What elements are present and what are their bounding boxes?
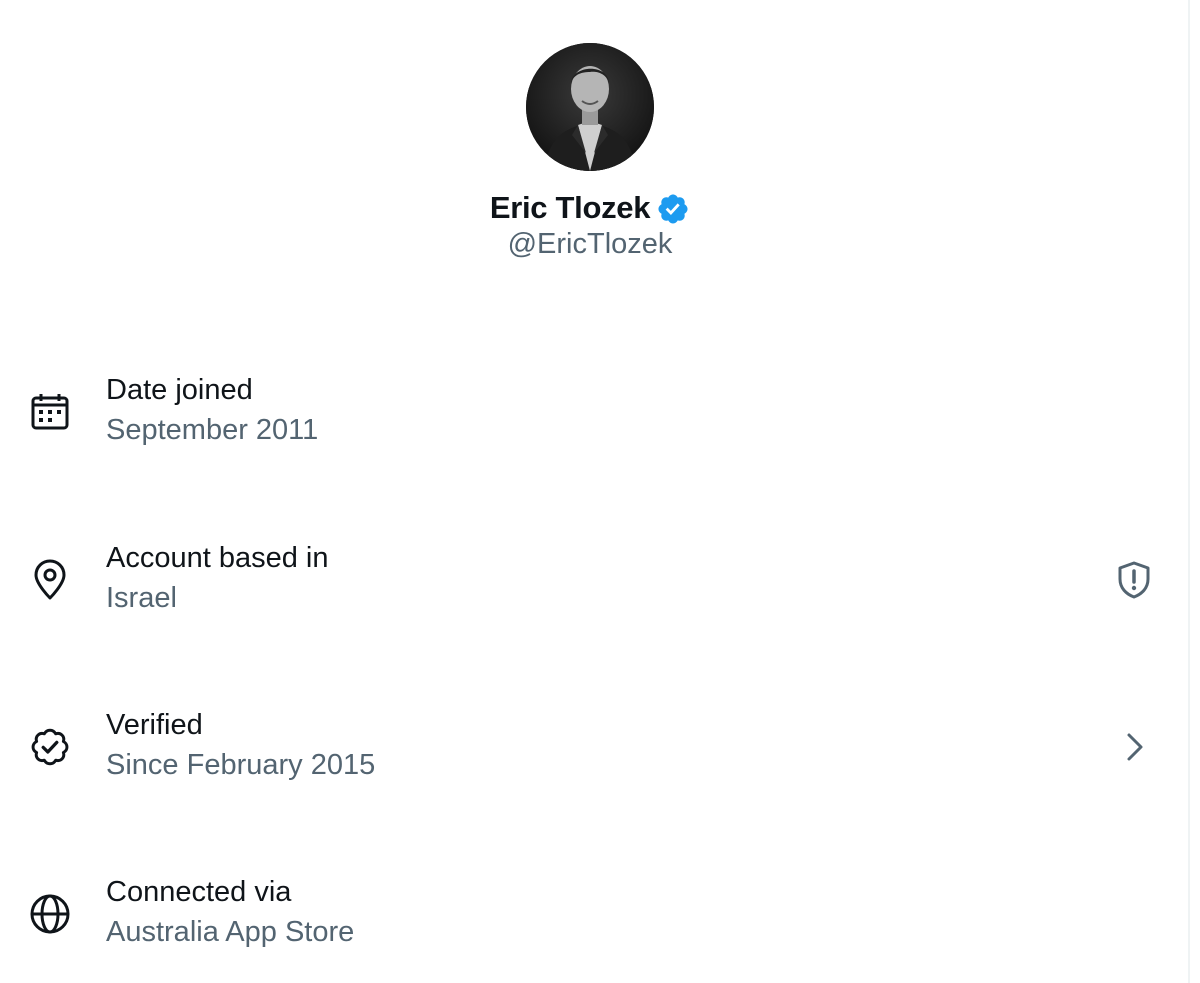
about-row-connected-via: Connected via Australia App Store xyxy=(0,852,1180,972)
calendar-icon xyxy=(28,390,72,434)
row-title: Connected via xyxy=(106,876,292,908)
profile-header: Eric Tlozek @EricTlozek xyxy=(0,0,1180,300)
about-row-verified[interactable]: Verified Since February 2015 xyxy=(0,685,1180,805)
row-title: Verified xyxy=(106,709,203,741)
row-value: Australia App Store xyxy=(106,916,355,948)
row-title: Date joined xyxy=(106,374,253,406)
user-handle: @EricTlozek xyxy=(507,228,673,260)
row-value: Since February 2015 xyxy=(106,749,376,781)
about-row-account-based-in: Account based in Israel xyxy=(0,518,1180,638)
verified-badge-icon xyxy=(28,725,72,769)
location-pin-icon xyxy=(28,558,72,602)
row-value: Israel xyxy=(106,582,177,614)
column-divider xyxy=(1188,0,1190,983)
about-row-date-joined: Date joined September 2011 xyxy=(0,350,1180,470)
avatar-photo xyxy=(526,43,654,171)
chevron-right-icon[interactable] xyxy=(1112,725,1156,769)
globe-icon xyxy=(28,892,72,936)
shield-alert-icon[interactable] xyxy=(1112,558,1156,602)
name-row: Eric Tlozek xyxy=(0,186,1180,230)
row-title: Account based in xyxy=(106,542,329,574)
verified-badge-icon[interactable] xyxy=(656,192,690,226)
row-value: September 2011 xyxy=(106,414,319,446)
display-name: Eric Tlozek xyxy=(489,190,651,225)
avatar[interactable] xyxy=(526,43,654,171)
about-account-page: Eric Tlozek @EricTlozek Date joined Sept… xyxy=(0,0,1200,983)
